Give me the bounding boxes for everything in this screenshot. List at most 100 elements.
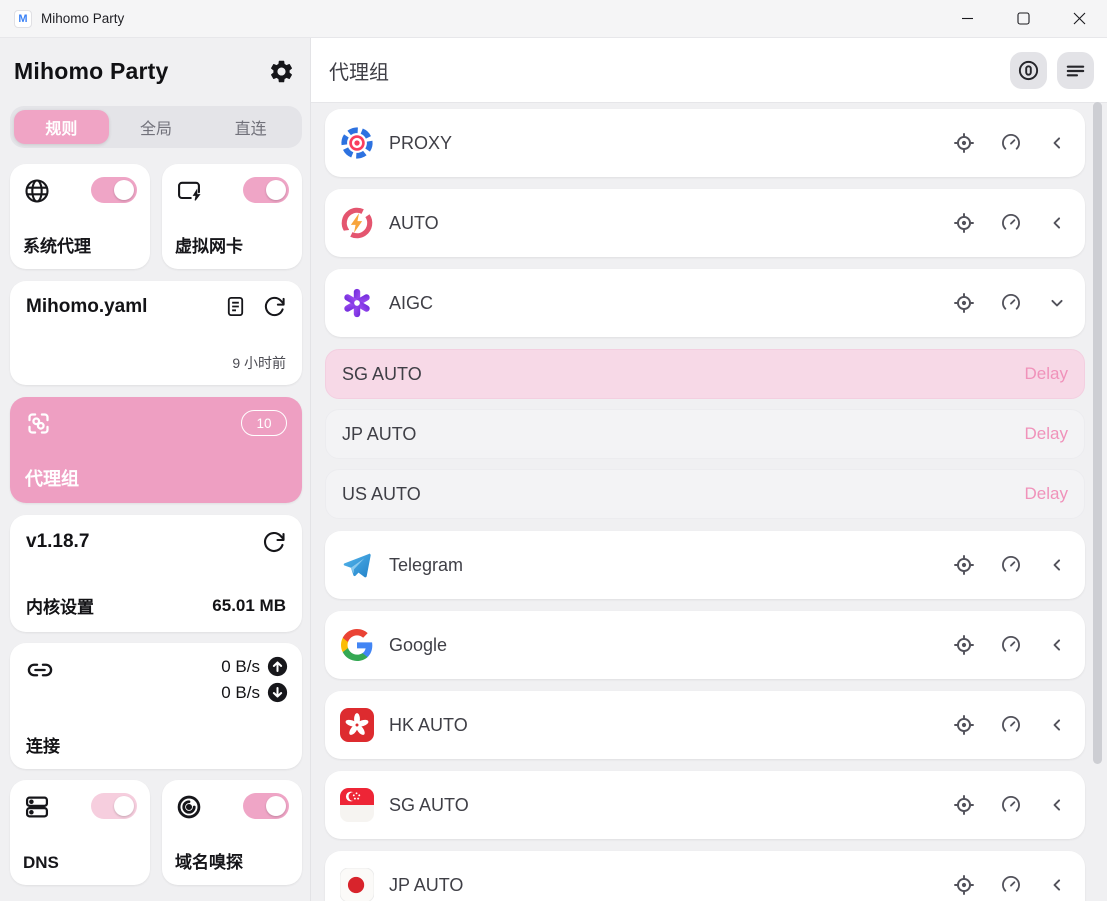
sidebar-item-proxy-groups[interactable]: 10 代理组: [10, 397, 302, 503]
core-settings-card[interactable]: v1.18.7 内核设置 65.01 MB: [10, 515, 302, 632]
delay-label[interactable]: Delay: [1025, 484, 1068, 504]
system-proxy-card[interactable]: 系统代理: [10, 164, 150, 269]
settings-button[interactable]: [266, 56, 296, 86]
chevron-left-icon: [1047, 133, 1067, 153]
globe-icon: [23, 177, 51, 205]
expand-chevron-button[interactable]: [1047, 133, 1067, 153]
sidebar-item-connections[interactable]: 0 B/s 0 B/s 连接: [10, 643, 302, 769]
speed-test-button[interactable]: [1000, 212, 1022, 234]
tun-card[interactable]: 虚拟网卡: [162, 164, 302, 269]
sniff-card[interactable]: 域名嗅探: [162, 780, 302, 885]
speed-test-button[interactable]: [1000, 132, 1022, 154]
tun-toggle[interactable]: [243, 177, 289, 203]
core-settings-label: 内核设置: [26, 593, 94, 618]
list-layout-button[interactable]: [1057, 52, 1094, 89]
window-title: Mihomo Party: [41, 11, 124, 26]
app-logo-icon: M: [14, 10, 32, 28]
speed-test-button[interactable]: [1000, 714, 1022, 736]
restart-core-button[interactable]: [262, 530, 286, 554]
speed-test-button[interactable]: [1000, 554, 1022, 576]
system-proxy-toggle[interactable]: [91, 177, 137, 203]
list-lines-icon: [1064, 59, 1087, 82]
group-row-proxy[interactable]: PROXY: [325, 109, 1085, 177]
hk-flag-icon: [340, 708, 374, 742]
proxy-shutter-icon: [340, 126, 374, 160]
maximize-icon: [1017, 12, 1030, 25]
group-name: AUTO: [389, 213, 439, 234]
proxy-node-row-jp-auto[interactable]: JP AUTO Delay: [325, 409, 1085, 459]
maximize-button[interactable]: [995, 0, 1051, 38]
minimize-icon: [961, 12, 974, 25]
expand-chevron-button[interactable]: [1047, 795, 1067, 815]
zero-delay-filter-button[interactable]: [1010, 52, 1047, 89]
group-row-sg-auto[interactable]: SG AUTO: [325, 771, 1085, 839]
chevron-down-icon: [1047, 293, 1067, 313]
chevron-left-icon: [1047, 715, 1067, 735]
google-icon: [340, 628, 374, 662]
locate-node-button[interactable]: [953, 292, 975, 314]
sniffer-icon: [175, 793, 203, 821]
dns-toggle[interactable]: [91, 793, 137, 819]
delay-label[interactable]: Delay: [1025, 424, 1068, 444]
dns-label: DNS: [23, 853, 137, 873]
profile-updated-time: 9 小时前: [26, 353, 286, 373]
group-row-aigc[interactable]: AIGC: [325, 269, 1085, 337]
expand-chevron-button[interactable]: [1047, 875, 1067, 895]
minimize-button[interactable]: [939, 0, 995, 38]
main-panel: 代理组 PROXY: [311, 38, 1107, 901]
proxy-groups-label: 代理组: [25, 465, 287, 491]
circle-zero-icon: [1017, 59, 1040, 82]
group-name: SG AUTO: [389, 795, 469, 816]
speed-test-button[interactable]: [1000, 292, 1022, 314]
chevron-left-icon: [1047, 213, 1067, 233]
expand-chevron-button[interactable]: [1047, 715, 1067, 735]
chevron-left-icon: [1047, 555, 1067, 575]
gear-icon: [268, 58, 295, 85]
locate-node-button[interactable]: [953, 634, 975, 656]
scrollbar-thumb[interactable]: [1093, 102, 1102, 764]
locate-node-button[interactable]: [953, 132, 975, 154]
profile-card[interactable]: Mihomo.yaml 9 小时前: [10, 281, 302, 385]
sniff-label: 域名嗅探: [175, 848, 289, 873]
connections-label: 连接: [26, 732, 288, 757]
delay-label[interactable]: Delay: [1025, 364, 1068, 384]
proxy-node-row-sg-auto[interactable]: SG AUTO Delay: [325, 349, 1085, 399]
speed-test-button[interactable]: [1000, 874, 1022, 896]
tab-rule-mode[interactable]: 规则: [14, 110, 109, 144]
locate-node-button[interactable]: [953, 554, 975, 576]
group-row-google[interactable]: Google: [325, 611, 1085, 679]
close-button[interactable]: [1051, 0, 1107, 38]
group-name: JP AUTO: [389, 875, 463, 896]
sniff-toggle[interactable]: [243, 793, 289, 819]
titlebar: M Mihomo Party: [0, 0, 1107, 38]
locate-node-button[interactable]: [953, 794, 975, 816]
tab-global-mode[interactable]: 全局: [109, 110, 204, 144]
dns-card[interactable]: DNS: [10, 780, 150, 885]
group-row-jp-auto[interactable]: JP AUTO: [325, 851, 1085, 901]
group-row-telegram[interactable]: Telegram: [325, 531, 1085, 599]
chevron-left-icon: [1047, 635, 1067, 655]
proxy-groups-count-badge: 10: [241, 410, 287, 436]
group-row-hk-auto[interactable]: HK AUTO: [325, 691, 1085, 759]
locate-node-button[interactable]: [953, 714, 975, 736]
locate-node-button[interactable]: [953, 874, 975, 896]
speed-test-button[interactable]: [1000, 794, 1022, 816]
virtual-nic-icon: [175, 177, 203, 205]
expand-chevron-button[interactable]: [1047, 635, 1067, 655]
locate-node-button[interactable]: [953, 212, 975, 234]
expand-chevron-button[interactable]: [1047, 213, 1067, 233]
group-row-auto[interactable]: AUTO: [325, 189, 1085, 257]
upload-arrow-icon: [267, 656, 288, 677]
tab-direct-mode[interactable]: 直连: [203, 110, 298, 144]
group-name: PROXY: [389, 133, 452, 154]
proxy-node-row-us-auto[interactable]: US AUTO Delay: [325, 469, 1085, 519]
expand-chevron-button[interactable]: [1047, 555, 1067, 575]
refresh-icon: [262, 530, 286, 554]
speed-test-button[interactable]: [1000, 634, 1022, 656]
update-profile-button[interactable]: [263, 295, 286, 318]
openai-icon: [340, 286, 374, 320]
edit-profile-button[interactable]: [224, 295, 247, 318]
proxy-node-name: JP AUTO: [342, 424, 416, 445]
refresh-icon: [263, 295, 286, 318]
collapse-chevron-button[interactable]: [1047, 293, 1067, 313]
